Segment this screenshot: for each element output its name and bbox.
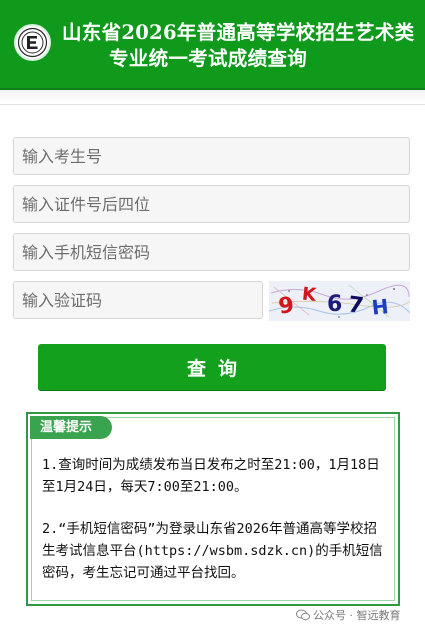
- id-last4-input[interactable]: [13, 185, 410, 223]
- page-title-line1: 山东省2026年普通高等学校招生艺术类: [62, 21, 415, 44]
- notice-item-2: 2.“手机短信密码”为登录山东省2026年普通高等学校招生考试信息平台(http…: [42, 521, 383, 581]
- captcha-char-3: 6: [327, 292, 342, 317]
- page-title-line2: 专业统一考试成绩查询: [109, 47, 308, 70]
- watermark: 公众号 · 智远教育: [296, 607, 401, 625]
- notice-item-1: 1.查询时间为成绩发布当日发布之时至21:00，1月18日至1月24日，每天7:…: [42, 457, 380, 495]
- exam-authority-logo-icon: [14, 24, 51, 61]
- notice-box: 温馨提示 1.查询时间为成绩发布当日发布之时至21:00，1月18日至1月24日…: [26, 412, 400, 606]
- query-button[interactable]: 查询: [38, 344, 386, 390]
- wechat-icon: [296, 609, 310, 621]
- page-header: 山东省2026年普通高等学校招生艺术类 专业统一考试成绩查询: [0, 0, 425, 90]
- exam-number-input[interactable]: [13, 137, 410, 175]
- sms-password-input[interactable]: [13, 233, 410, 271]
- watermark-text: 公众号 · 智远教育: [313, 609, 401, 622]
- captcha-char-5: H: [371, 294, 390, 320]
- captcha-image[interactable]: 9 K 6 7 H: [269, 281, 410, 321]
- captcha-input[interactable]: [13, 281, 263, 319]
- header-divider: [0, 90, 425, 105]
- notice-tag: 温馨提示: [30, 416, 112, 439]
